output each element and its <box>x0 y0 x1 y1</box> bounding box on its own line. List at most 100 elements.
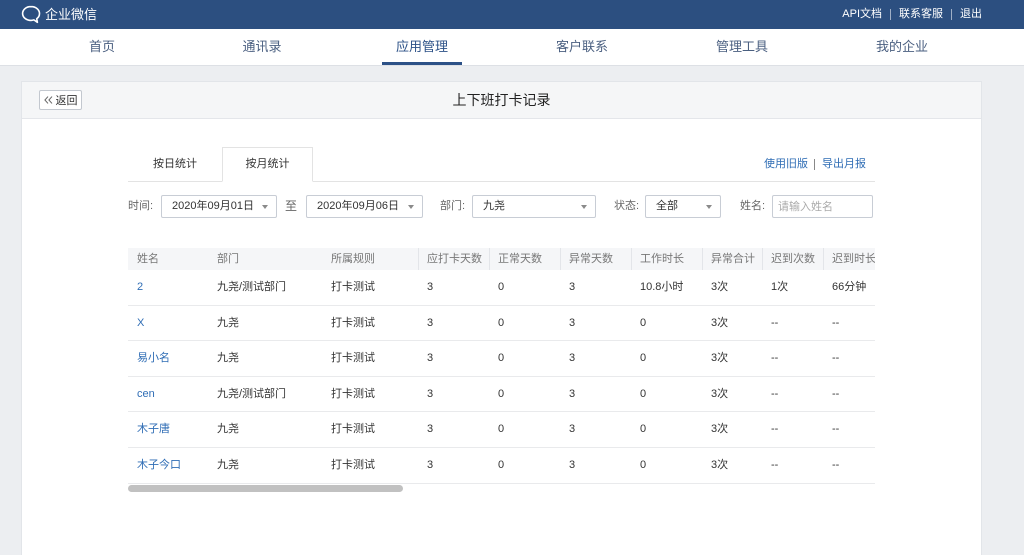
caret-down-icon <box>581 205 587 209</box>
page-title: 上下班打卡记录 <box>452 92 551 108</box>
end-date-value: 2020年09月06日 <box>317 200 399 212</box>
cell-normal-days: 0 <box>498 281 505 293</box>
employee-name-link[interactable]: 木子今口 <box>128 448 208 483</box>
stats-tabs: 按日统计 按月统计 使用旧版 导出月报 <box>128 147 875 182</box>
cell-late-count: -- <box>771 423 779 436</box>
nav-app-management[interactable]: 应用管理 <box>342 29 502 65</box>
employee-name-link[interactable]: 易小名 <box>128 341 208 376</box>
column-header-late-count: 迟到次数 <box>762 248 823 270</box>
status-select[interactable]: 全部 <box>645 195 721 218</box>
column-header-rule: 所属规则 <box>331 253 375 265</box>
cell-required-days: 3 <box>427 281 434 293</box>
cell-department: 九尧 <box>217 423 239 436</box>
nav-home[interactable]: 首页 <box>22 29 182 65</box>
cell-late-count: -- <box>771 458 779 471</box>
cell-abnormal-total: 3次 <box>711 458 729 471</box>
column-header-department: 部门 <box>217 253 239 265</box>
cell-work-hours: 0 <box>640 387 647 400</box>
cell-work-hours: 0 <box>640 352 647 365</box>
double-chevron-left-icon <box>43 96 52 104</box>
horizontal-scrollbar-thumb[interactable] <box>128 485 403 492</box>
cell-abnormal-total: 3次 <box>711 352 729 365</box>
date-range-separator: 至 <box>285 199 298 213</box>
cell-normal-days: 0 <box>498 423 505 436</box>
cell-rule: 打卡测试 <box>331 352 375 365</box>
attendance-table[interactable]: 姓名 部门 所属规则 应打卡天数 正常天数 异常天数 工作时长 异常合计 迟到次数 迟到时长 2九… <box>128 248 875 484</box>
export-monthly-report-link[interactable]: 导出月报 <box>814 158 866 170</box>
start-date-select[interactable]: 2020年09月01日 <box>161 195 277 218</box>
column-header-late-duration: 迟到时长 <box>823 248 875 270</box>
table-body: 2 九尧/测试部门 打卡测试 3 0 3 10.8小时 3次 1次 66分钟 X 九尧 打卡测试 3 0 3 0… <box>128 270 875 484</box>
cell-late-count: -- <box>771 387 779 400</box>
cell-rule: 打卡测试 <box>331 423 375 436</box>
cell-abnormal-total: 3次 <box>711 281 729 293</box>
top-bar: 企业微信 API文档 联系客服 退出 <box>0 0 1024 29</box>
department-select[interactable]: 九尧 <box>472 195 596 218</box>
table-row: X 九尧 打卡测试 3 0 3 0 3次 -- -- <box>128 306 875 342</box>
use-old-version-link[interactable]: 使用旧版 <box>764 158 808 170</box>
cell-abnormal-days: 3 <box>569 423 576 436</box>
api-docs-link[interactable]: API文档 <box>842 9 882 20</box>
nav-contacts[interactable]: 通讯录 <box>182 29 342 65</box>
table-row: 木子唐 九尧 打卡测试 3 0 3 0 3次 -- -- <box>128 412 875 448</box>
column-header-required-days: 应打卡天数 <box>418 248 489 270</box>
tab-actions: 使用旧版 导出月报 <box>764 147 866 181</box>
main-nav-items: 首页 通讯录 应用管理 客户联系 管理工具 我的企业 <box>22 29 982 65</box>
cell-normal-days: 0 <box>498 352 505 365</box>
nav-customer-contact[interactable]: 客户联系 <box>502 29 662 65</box>
cell-required-days: 3 <box>427 423 434 436</box>
caret-down-icon <box>408 205 414 209</box>
cell-department: 九尧/测试部门 <box>217 281 287 293</box>
cell-work-hours: 0 <box>640 423 647 436</box>
employee-name-link[interactable]: cen <box>128 377 208 412</box>
cell-late-duration: -- <box>832 352 840 365</box>
name-search-input[interactable] <box>772 195 873 218</box>
cell-rule: 打卡测试 <box>331 387 375 400</box>
cell-abnormal-total: 3次 <box>711 387 729 400</box>
employee-name-link[interactable]: 木子唐 <box>128 412 208 447</box>
logout-link[interactable]: 退出 <box>951 9 982 20</box>
cell-late-count: -- <box>771 316 779 329</box>
department-value: 九尧 <box>483 200 505 212</box>
tab-monthly-stats[interactable]: 按月统计 <box>222 147 313 182</box>
cell-abnormal-total: 3次 <box>711 423 729 436</box>
attendance-table-content: 姓名 部门 所属规则 应打卡天数 正常天数 异常天数 工作时长 异常合计 迟到次数 迟到时长 2九… <box>128 248 875 484</box>
logo[interactable]: 企业微信 <box>21 0 97 29</box>
horizontal-scrollbar[interactable] <box>128 484 875 493</box>
time-label: 时间: <box>128 200 154 212</box>
cell-normal-days: 0 <box>498 458 505 471</box>
table-header-row: 姓名 部门 所属规则 应打卡天数 正常天数 异常天数 工作时长 异常合计 迟到次数 迟到时长 <box>128 248 875 270</box>
cell-late-duration: -- <box>832 458 840 471</box>
cell-abnormal-total: 3次 <box>711 316 729 329</box>
end-date-select[interactable]: 2020年09月06日 <box>306 195 423 218</box>
department-label: 部门: <box>440 200 466 212</box>
nav-management-tools[interactable]: 管理工具 <box>662 29 822 65</box>
table-row: 2 九尧/测试部门 打卡测试 3 0 3 10.8小时 3次 1次 66分钟 <box>128 270 875 306</box>
caret-down-icon <box>262 205 268 209</box>
employee-name-link[interactable]: X <box>128 306 208 341</box>
cell-abnormal-days: 3 <box>569 281 576 293</box>
cell-late-duration: -- <box>832 316 840 329</box>
cell-abnormal-days: 3 <box>569 458 576 471</box>
column-header-abnormal-total: 异常合计 <box>702 248 762 270</box>
app-title: 企业微信 <box>45 7 98 22</box>
contact-support-link[interactable]: 联系客服 <box>890 9 943 20</box>
status-value: 全部 <box>656 200 678 212</box>
main-nav: 首页 通讯录 应用管理 客户联系 管理工具 我的企业 <box>0 29 1024 66</box>
cell-required-days: 3 <box>427 352 434 365</box>
table-row: 易小名 九尧 打卡测试 3 0 3 0 3次 -- -- <box>128 341 875 377</box>
cell-abnormal-days: 3 <box>569 387 576 400</box>
cell-rule: 打卡测试 <box>331 316 375 329</box>
start-date-value: 2020年09月01日 <box>172 200 254 212</box>
employee-name-link[interactable]: 2 <box>128 270 208 305</box>
filter-bar: 时间: 2020年09月01日 至 2020年09月06日 部门: 九尧 状态:… <box>128 195 875 218</box>
cell-department: 九尧 <box>217 352 239 365</box>
top-links: API文档 联系客服 退出 <box>842 0 982 29</box>
column-header-normal-days: 正常天数 <box>489 248 560 270</box>
cell-work-hours: 0 <box>640 458 647 471</box>
back-button[interactable]: 返回 <box>39 90 82 110</box>
tab-daily-stats[interactable]: 按日统计 <box>128 147 222 182</box>
back-button-label: 返回 <box>55 95 78 107</box>
nav-my-enterprise[interactable]: 我的企业 <box>822 29 982 65</box>
cell-normal-days: 0 <box>498 316 505 329</box>
